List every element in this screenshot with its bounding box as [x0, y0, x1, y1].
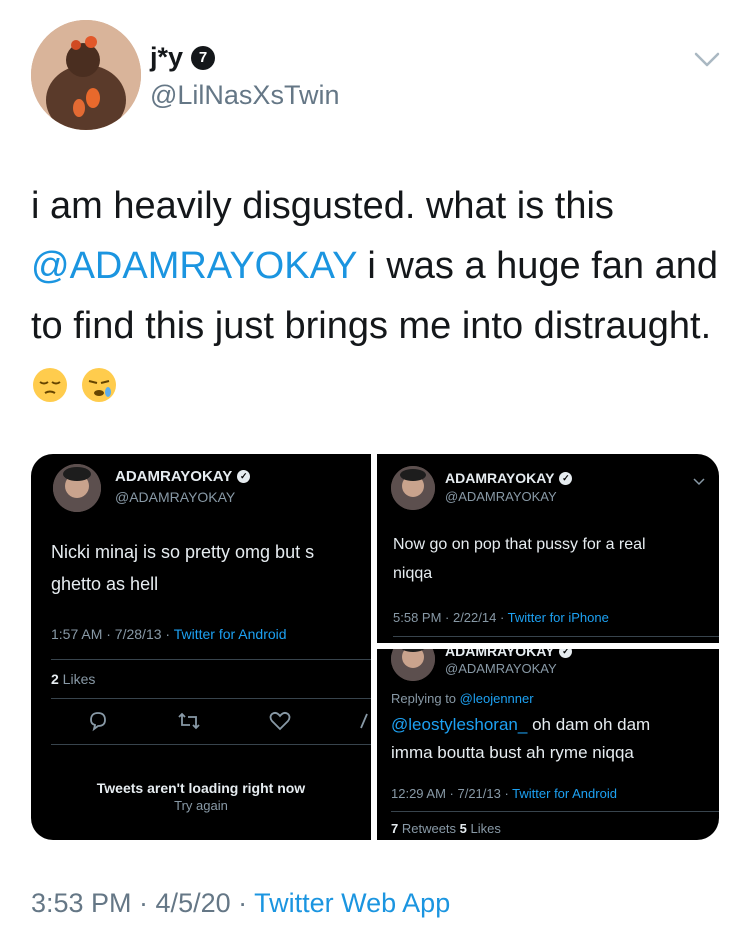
screenshot-panel-3[interactable]: ADAMRAYOKAY ✓ @ADAMRAYOKAY Replying to @… [377, 649, 719, 840]
verified-icon: ✓ [559, 649, 573, 658]
screenshot-panel-2[interactable]: ADAMRAYOKAY ✓ @ADAMRAYOKAY Now go on pop… [377, 454, 719, 643]
quoted-text-line2: ghetto as hell [51, 574, 159, 594]
likes-label: Likes [58, 671, 96, 687]
quoted-handle: @ADAMRAYOKAY [445, 661, 557, 676]
divider [393, 636, 719, 637]
quoted-meta: 1:57 AM · 7/28/13 · Twitter for Android [51, 626, 287, 642]
badge-icon: 7 [191, 45, 216, 70]
quoted-meta-source: Twitter for Android [512, 786, 617, 801]
quoted-text-line1-rest: oh dam oh dam [527, 715, 651, 734]
quoted-name: ADAMRAYOKAY [445, 649, 555, 659]
quoted-text-line1: @leostyleshoran_ oh dam oh dam [391, 715, 650, 735]
tweet-footer: 3:53 PM · 4/5/20 · Twitter Web App [31, 888, 450, 919]
retweet-icon[interactable] [177, 710, 201, 737]
replying-prefix: Replying to [391, 691, 460, 706]
quoted-handle: @ADAMRAYOKAY [115, 489, 236, 505]
screenshot-panel-1[interactable]: ADAMRAYOKAY ✓ @ADAMRAYOKAY Nicki minaj i… [31, 454, 371, 840]
quoted-meta-source: Twitter for iPhone [507, 610, 609, 625]
likes-count: 2 [51, 671, 59, 687]
share-icon[interactable] [359, 710, 371, 737]
engagement-row: 7 Retweets 5 Likes [391, 821, 501, 836]
media-grid[interactable]: ADAMRAYOKAY ✓ @ADAMRAYOKAY Nicki minaj i… [31, 454, 719, 840]
divider [51, 744, 371, 745]
pensive-face-emoji [31, 362, 69, 402]
quoted-name-row: ADAMRAYOKAY ✓ [445, 649, 573, 659]
quoted-name-row: ADAMRAYOKAY ✓ [445, 470, 573, 486]
quoted-name-row: ADAMRAYOKAY ✓ [115, 468, 251, 485]
tweet-mention-link[interactable]: @ADAMRAYOKAY [31, 245, 357, 287]
author-handle[interactable]: @LilNasXsTwin [150, 80, 339, 111]
loading-error-title: Tweets aren't loading right now [96, 780, 306, 796]
quoted-meta-source: Twitter for Android [173, 626, 287, 642]
quoted-meta-time: 12:29 AM · 7/21/13 · [391, 786, 513, 801]
sleepy-face-emoji [80, 362, 118, 402]
divider [51, 698, 371, 699]
quoted-name: ADAMRAYOKAY [445, 470, 555, 486]
try-again-link[interactable]: Try again [31, 798, 371, 813]
avatar [391, 466, 435, 510]
tweet-timestamp[interactable]: 3:53 PM · 4/5/20 · [31, 888, 254, 918]
divider [51, 659, 371, 660]
quoted-meta: 12:29 AM · 7/21/13 · Twitter for Android [391, 786, 617, 801]
tweet-text: i am heavily disgusted. what is this @AD… [31, 176, 721, 416]
author-avatar[interactable] [31, 20, 141, 130]
quoted-meta-time: 1:57 AM · 7/28/13 · [51, 626, 174, 642]
avatar [53, 464, 101, 512]
tweet-text-part1: i am heavily disgusted. what is this [31, 185, 614, 227]
reply-icon[interactable] [87, 710, 109, 737]
divider [391, 811, 719, 812]
heart-icon[interactable] [269, 710, 291, 737]
retweets-label: Retweets [398, 821, 460, 836]
likes-count: 5 [459, 821, 467, 836]
author-display-name-row[interactable]: j*y 7 [150, 42, 216, 73]
likes-row: 2 Likes [51, 671, 95, 687]
author-display-name: j*y [150, 42, 184, 72]
quoted-handle: @ADAMRAYOKAY [445, 489, 557, 504]
chevron-down-icon[interactable] [692, 44, 722, 74]
quoted-meta-time: 5:58 PM · 2/22/14 · [393, 610, 508, 625]
avatar [391, 649, 435, 681]
likes-label: Likes [466, 821, 501, 836]
quoted-mention-link[interactable]: @leostyleshoran_ [391, 715, 527, 734]
quoted-text-line2: niqqa [393, 565, 433, 582]
quoted-meta: 5:58 PM · 2/22/14 · Twitter for iPhone [393, 610, 609, 625]
replying-to-link[interactable]: @leojennner [460, 691, 534, 706]
tweet-source-app[interactable]: Twitter Web App [254, 888, 450, 918]
quoted-text-line1: Now go on pop that pussy for a real [393, 536, 646, 553]
verified-icon: ✓ [237, 470, 251, 483]
chevron-down-icon[interactable] [693, 474, 705, 492]
quoted-text-line1: Nicki minaj is so pretty omg but s [51, 542, 315, 562]
quoted-text-line2: imma boutta bust ah ryme niqqa [391, 743, 634, 762]
verified-icon: ✓ [559, 471, 573, 485]
quoted-name: ADAMRAYOKAY [115, 468, 233, 485]
replying-to-row: Replying to @leojennner [391, 691, 534, 706]
